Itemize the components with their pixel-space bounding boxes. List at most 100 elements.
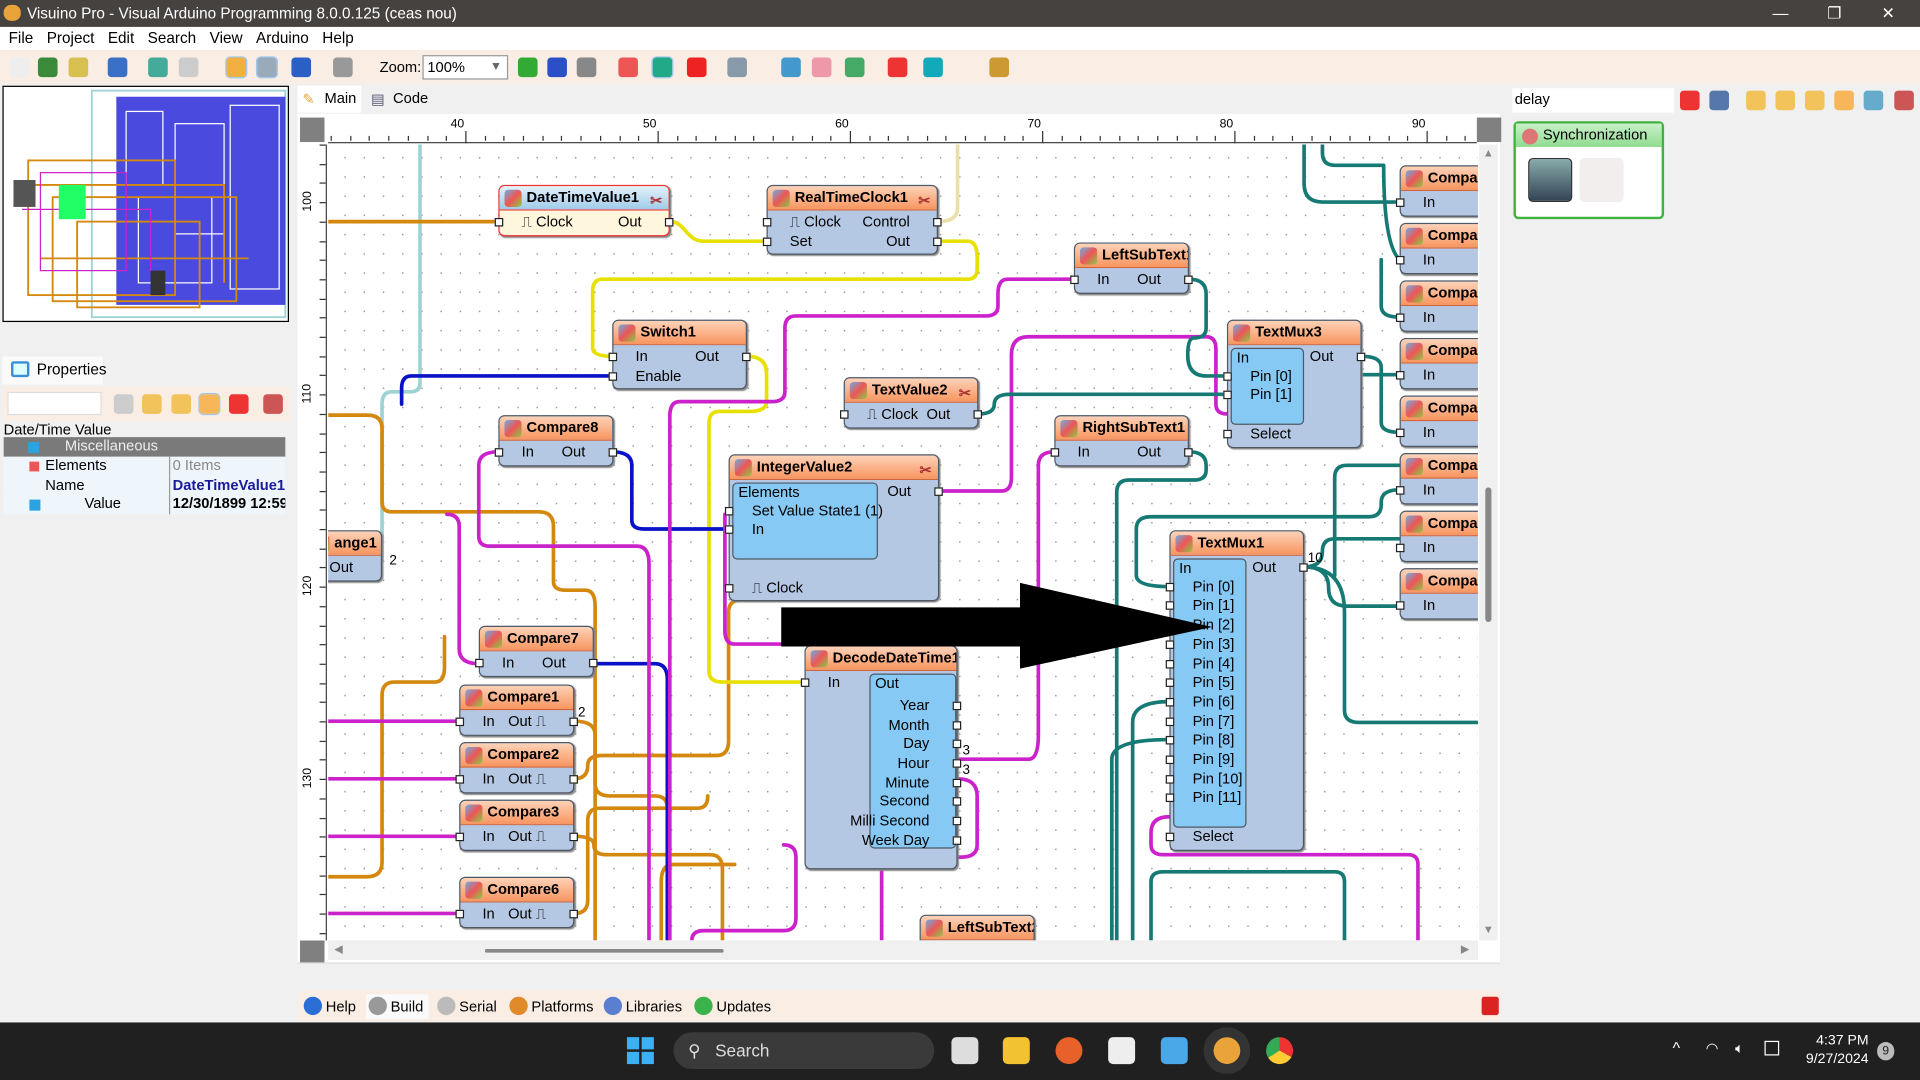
restore-button[interactable]: ❐ [1807,0,1861,27]
copy-icon[interactable] [178,57,199,78]
property-category[interactable]: Miscellaneous [3,437,286,457]
window-title: Visuino Pro - Visual Arduino Programming… [26,4,457,23]
notepad-icon[interactable] [1160,1037,1188,1065]
category-header[interactable]: Synchronization [1515,123,1662,147]
components-icon[interactable] [781,57,801,78]
calendar-app-icon[interactable] [1108,1037,1136,1065]
collapse-icon[interactable] [28,442,40,454]
wizard-icon[interactable] [1709,90,1729,111]
add-library-icon[interactable] [148,57,168,78]
task-view-icon[interactable] [951,1037,979,1065]
scroll-thumb[interactable] [1485,487,1492,623]
property-value[interactable]: 12/30/1899 12:59... [168,494,285,514]
ruler-icon[interactable] [225,56,248,79]
tab-main[interactable]: ✎ Main [297,85,362,113]
group-icon[interactable] [1804,90,1825,111]
menu-arduino[interactable]: Arduino [256,29,309,46]
route-wire-icon[interactable] [651,56,674,79]
menu-file[interactable]: File [9,29,34,46]
board-icon[interactable] [844,57,865,78]
new-icon[interactable] [9,57,30,78]
property-row[interactable]: Elements 0 Items [3,456,286,476]
close-button[interactable]: ✕ [1861,0,1915,27]
sort-icon[interactable] [1834,90,1854,111]
category-synchronization[interactable]: Synchronization [1513,121,1665,220]
expand-icon[interactable] [29,499,41,511]
property-row[interactable]: Value 12/30/1899 12:59... [3,494,286,514]
grid-icon[interactable] [255,56,278,79]
collapse-icon[interactable] [1775,90,1796,111]
wifi-icon[interactable]: ◠ [1706,1040,1719,1057]
property-value[interactable]: DateTimeValue1 [168,475,285,495]
open-examples-icon[interactable] [37,57,58,78]
scroll-up-icon[interactable]: ▲ [1483,147,1494,159]
menu-edit[interactable]: Edit [108,29,134,46]
tab-code[interactable]: ▤ Code [366,86,435,113]
folder-icon[interactable] [811,57,832,78]
taskbar-clock[interactable]: 4:37 PM 9/27/2024 [1800,1032,1869,1069]
battery-icon[interactable] [1764,1040,1780,1056]
component-icon-disabled[interactable] [1579,157,1624,203]
delay-component-icon[interactable] [1528,157,1573,203]
preview-icon[interactable] [727,57,747,78]
open-icon[interactable] [68,57,89,78]
redo-icon[interactable] [333,57,353,78]
visuino-taskbar-icon[interactable] [1203,1027,1251,1074]
scroll-left-icon[interactable]: ◀ [334,943,342,956]
file-explorer-icon[interactable] [1002,1037,1030,1065]
menu-view[interactable]: View [210,29,243,46]
save-icon[interactable] [107,57,128,78]
pin-icon[interactable] [228,394,249,414]
properties-search-input[interactable] [7,391,102,416]
tab-build[interactable]: Build [366,994,429,1019]
menu-search[interactable]: Search [148,29,197,46]
tab-serial[interactable]: Serial [435,994,497,1018]
filter-icon[interactable] [113,394,134,414]
firefox-icon[interactable] [1055,1037,1083,1065]
start-icon[interactable] [626,1037,654,1065]
expand-all-icon[interactable] [142,394,162,414]
tab-help[interactable]: Help [301,994,356,1018]
collapse-all-icon[interactable] [171,394,192,414]
taskbar-search[interactable]: ⚲ Search [673,1032,935,1069]
tools-icon[interactable] [263,394,283,414]
close-filter-icon[interactable] [1894,90,1914,111]
ruler-tick [319,528,326,531]
delete-icon[interactable] [686,57,707,78]
minimap[interactable] [2,85,289,323]
tab-updates[interactable]: Updates [692,994,771,1018]
volume-icon[interactable]: 🔈︎ [1735,1040,1744,1058]
horizontal-scrollbar[interactable]: ◀ ▶ [328,940,1478,961]
dark-mode-icon[interactable] [989,57,1009,78]
clear-filter-icon[interactable] [1680,90,1700,111]
scroll-right-icon[interactable]: ▶ [1461,943,1469,956]
menu-project[interactable]: Project [47,29,95,46]
property-row[interactable]: Name DateTimeValue1 [3,475,286,495]
chevron-up-icon[interactable]: ^ [1673,1038,1680,1056]
scroll-thumb[interactable] [484,948,724,953]
minimize-button[interactable]: — [1753,0,1807,27]
expand-icon[interactable] [1746,90,1766,111]
property-value[interactable]: 0 Items [168,456,285,476]
properties-tab[interactable]: Properties [2,356,107,385]
notification-badge[interactable]: 9 [1877,1042,1895,1061]
chrome-icon[interactable] [1266,1037,1294,1065]
numeric-icon[interactable] [1863,90,1884,111]
vertical-scrollbar[interactable]: ▲ ▼ [1479,144,1498,941]
scroll-down-icon[interactable]: ▼ [1483,923,1494,935]
zoom-fit-icon[interactable] [547,57,567,78]
stop-icon[interactable] [887,57,908,78]
undo-icon[interactable] [291,57,312,78]
power-icon[interactable] [1481,996,1499,1016]
connect-icon[interactable] [923,57,943,78]
component-search-input[interactable]: delay [1512,88,1674,113]
zoom-select[interactable]: 100% ▼ [422,55,509,80]
zoom-out-icon[interactable] [576,57,597,78]
refresh-icon[interactable] [618,57,638,78]
diagram-canvas[interactable]: DateTimeValue1 ✂ ⎍ Clock Out RealTimeClock1 ✂… [328,144,1478,941]
tab-libraries[interactable]: Libraries [601,994,682,1018]
categorize-icon[interactable] [198,393,221,416]
tab-platforms[interactable]: Platforms [507,994,593,1018]
menu-help[interactable]: Help [322,29,353,46]
zoom-in-icon[interactable] [517,57,538,78]
